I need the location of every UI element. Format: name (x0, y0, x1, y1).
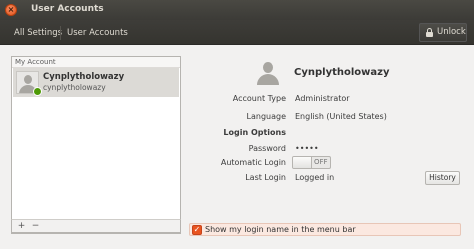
all-settings-button[interactable]: All Settings (10, 23, 66, 42)
password-value[interactable]: ••••• (295, 144, 319, 153)
account-list: My Account Cynplytholowazy cynplytholowa… (11, 56, 181, 234)
last-login-value: Logged in (295, 173, 335, 182)
user-accounts-window: × User Accounts All Settings User Accoun… (0, 0, 474, 249)
title-bar: × User Accounts (0, 0, 474, 20)
show-login-name-checkbox[interactable]: ✓ (192, 225, 202, 235)
history-button[interactable]: History (425, 171, 460, 185)
account-type-value[interactable]: Administrator (295, 94, 350, 103)
toggle-state: OFF (314, 158, 328, 166)
language-value[interactable]: English (United States) (295, 112, 387, 121)
last-login-label: Last Login (245, 173, 286, 182)
list-item[interactable]: Cynplytholowazy cynplytholowazy (13, 68, 179, 97)
unlock-label: Unlock (437, 27, 466, 37)
full-name[interactable]: Cynplytholowazy (294, 67, 389, 78)
account-type-label: Account Type (232, 94, 286, 103)
add-user-button[interactable]: + (15, 220, 28, 232)
account-name: Cynplytholowazy (43, 72, 125, 82)
automatic-login-toggle[interactable]: OFF (292, 156, 331, 169)
language-label: Language (246, 112, 286, 121)
toolbar: All Settings User Accounts Unlock (0, 20, 474, 45)
lock-icon (426, 28, 433, 37)
password-label: Password (248, 144, 286, 153)
toolbar-separator (60, 26, 61, 40)
window-title: User Accounts (31, 4, 104, 14)
user-avatar-button[interactable] (256, 61, 280, 85)
remove-user-button[interactable]: − (29, 220, 42, 232)
account-username: cynplytholowazy (43, 83, 106, 92)
list-footer: + − (11, 219, 181, 233)
close-icon[interactable]: × (5, 4, 17, 16)
automatic-login-label: Automatic Login (220, 158, 286, 167)
login-options-heading: Login Options (223, 128, 286, 137)
unlock-button[interactable]: Unlock (419, 23, 467, 42)
online-status-icon (33, 87, 42, 96)
show-login-name-label: Show my login name in the menu bar (205, 225, 356, 234)
toggle-knob (293, 157, 312, 168)
list-header: My Account (12, 57, 180, 68)
breadcrumb-user-accounts[interactable]: User Accounts (63, 23, 132, 42)
show-login-name-option[interactable]: ✓ Show my login name in the menu bar (189, 223, 461, 236)
